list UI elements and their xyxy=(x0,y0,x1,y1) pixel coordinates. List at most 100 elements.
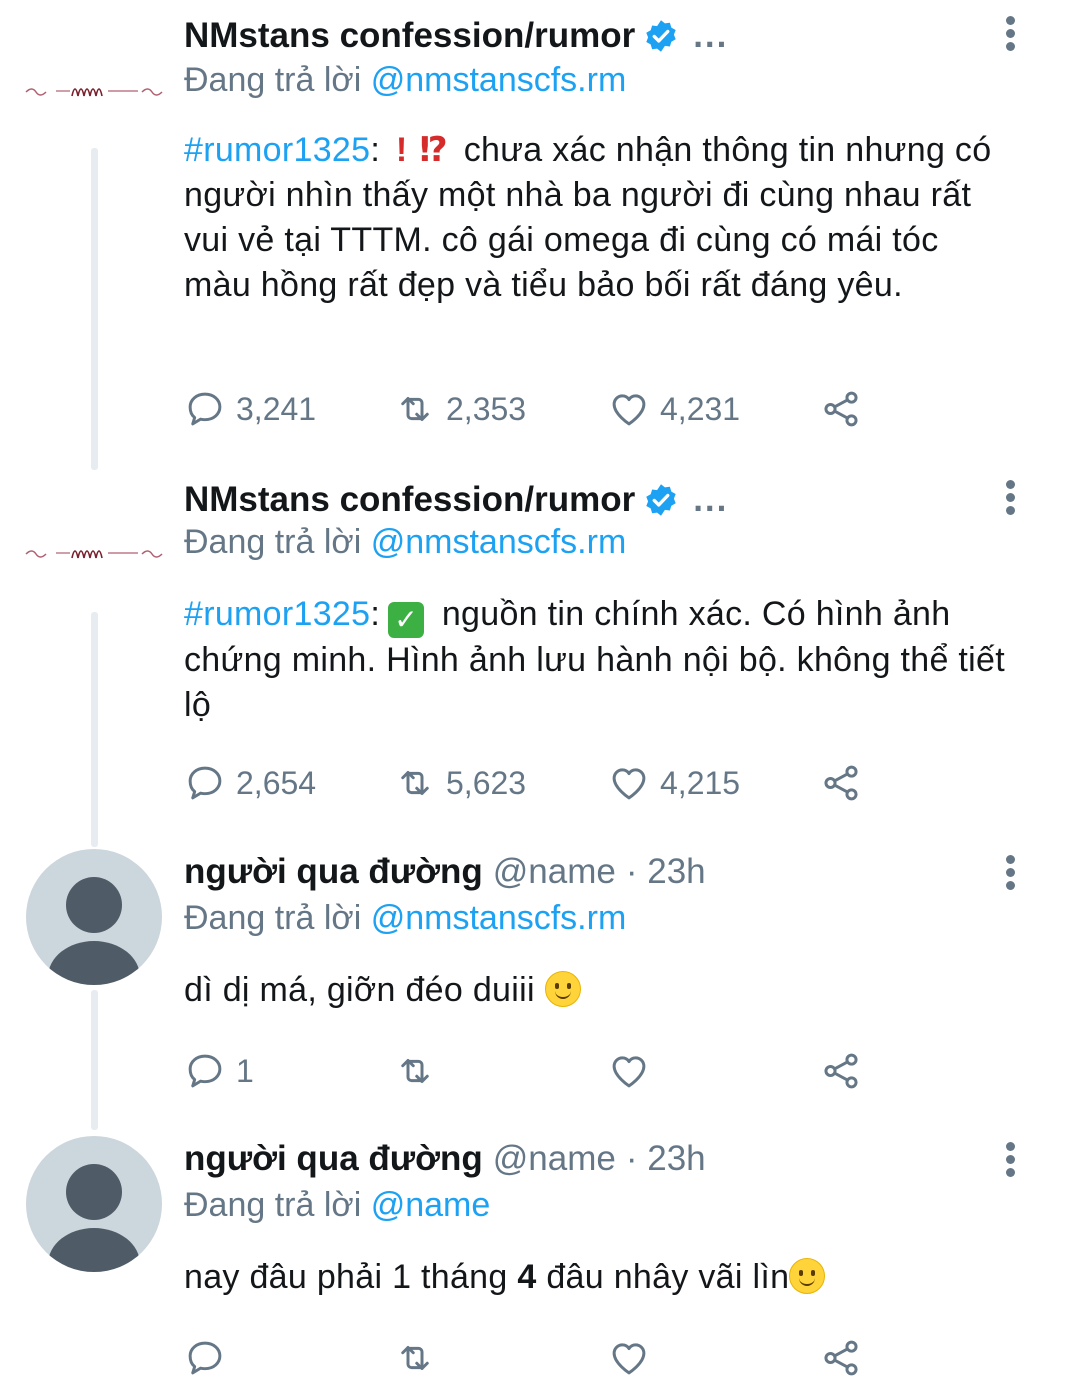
colon: : xyxy=(370,131,381,169)
replying-to-label: Đang trả lời xyxy=(184,1186,362,1224)
tweet-actions: 2,654 5,623 4,215 xyxy=(184,758,884,808)
tweet-actions: 1 xyxy=(184,1046,884,1096)
reply-count: 2,654 xyxy=(236,764,317,801)
more-vertical-icon[interactable] xyxy=(1000,480,1020,520)
reply-button[interactable]: 3,241 xyxy=(184,384,316,434)
display-name[interactable]: NMstans confession/rumor xyxy=(184,14,635,58)
replying-to-label: Đang trả lời xyxy=(184,899,362,937)
account-logo-avatar[interactable] xyxy=(22,76,172,106)
tweet-body-text: dì dị má, giỡn đéo duiii xyxy=(184,971,535,1009)
truncation-ellipsis: ... xyxy=(693,16,729,55)
avatar[interactable] xyxy=(26,1136,162,1272)
timestamp[interactable]: · 23h xyxy=(626,1137,706,1181)
retweet-button[interactable]: 2,353 xyxy=(394,384,526,434)
more-vertical-icon[interactable] xyxy=(1000,16,1020,56)
default-avatar-icon xyxy=(48,1164,140,1272)
account-logo-avatar[interactable] xyxy=(22,538,172,568)
thread-connector xyxy=(91,990,98,1130)
replying-to-mention[interactable]: @nmstanscfs.rm xyxy=(371,523,627,561)
tweet-header: NMstans confession/rumor ... xyxy=(184,478,728,522)
user-handle[interactable]: @name xyxy=(493,850,616,894)
replying-to-mention[interactable]: @name xyxy=(371,1186,491,1224)
tweet-text: nay đâu phải 1 tháng 4 đâu nhây vãi lìn xyxy=(184,1255,1014,1300)
share-icon xyxy=(824,1340,858,1376)
like-button[interactable]: 4,215 xyxy=(608,758,740,808)
reply-icon xyxy=(188,1054,222,1088)
like-count: 4,215 xyxy=(660,764,741,801)
replying-to-label: Đang trả lời xyxy=(184,61,362,99)
heart-icon xyxy=(612,1056,646,1088)
reply-button[interactable] xyxy=(184,1333,226,1383)
replying-to-mention[interactable]: @nmstanscfs.rm xyxy=(371,899,627,937)
tweet-header: người qua đường @name · 23h xyxy=(184,1137,706,1181)
reply-icon xyxy=(188,392,222,426)
retweet-button[interactable] xyxy=(394,1046,446,1096)
tweet-actions: 3,241 2,353 4,231 xyxy=(184,384,884,434)
like-button[interactable] xyxy=(608,1333,650,1383)
reply-count: 1 xyxy=(236,1052,254,1089)
share-button[interactable] xyxy=(820,384,862,434)
reply-icon xyxy=(188,766,222,800)
display-name[interactable]: NMstans confession/rumor xyxy=(184,478,635,522)
replying-to: Đang trả lời @name xyxy=(184,1183,490,1227)
share-button[interactable] xyxy=(820,1046,862,1096)
retweet-icon xyxy=(401,1346,429,1370)
reply-icon xyxy=(188,1341,222,1375)
thread-connector xyxy=(91,612,98,847)
verified-badge-icon xyxy=(646,484,676,516)
share-icon xyxy=(824,1053,858,1089)
more-vertical-icon[interactable] xyxy=(1000,1142,1020,1182)
tweet-text: #rumor1325: ! ⁉ chưa xác nhận thông tin n… xyxy=(184,128,1014,308)
like-count: 4,231 xyxy=(660,390,741,427)
retweet-icon xyxy=(401,1059,429,1083)
default-avatar-icon xyxy=(48,877,140,985)
tweet-text: dì dị má, giỡn đéo duiii xyxy=(184,968,1014,1013)
check-mark-emoji: ✓ xyxy=(388,602,425,638)
tweet-header: NMstans confession/rumor ... xyxy=(184,14,728,58)
share-icon xyxy=(824,765,858,801)
tweet-body-text: nay đâu phải 1 tháng xyxy=(184,1258,518,1296)
heart-icon xyxy=(612,394,646,426)
reply-button[interactable]: 1 xyxy=(184,1046,254,1096)
replying-to-label: Đang trả lời xyxy=(184,523,362,561)
retweet-count: 5,623 xyxy=(446,764,527,801)
retweet-button[interactable] xyxy=(394,1333,436,1383)
reply-count: 3,241 xyxy=(236,390,317,427)
replying-to-mention[interactable]: @nmstanscfs.rm xyxy=(371,61,627,99)
thread-connector xyxy=(91,148,98,470)
share-button[interactable] xyxy=(820,758,862,808)
heart-icon xyxy=(612,768,646,800)
avatar[interactable] xyxy=(26,849,162,985)
retweet-icon xyxy=(401,397,429,421)
tweet-body-text-end: đâu nhây vãi lìn xyxy=(536,1258,790,1296)
retweet-count: 2,353 xyxy=(446,390,527,427)
smiling-face-emoji xyxy=(789,1258,826,1294)
share-button[interactable] xyxy=(820,1333,862,1383)
hashtag-link[interactable]: #rumor1325 xyxy=(184,131,370,169)
share-icon xyxy=(824,391,858,427)
retweet-icon xyxy=(401,771,429,795)
hashtag-link[interactable]: #rumor1325 xyxy=(184,595,370,633)
user-handle[interactable]: @name xyxy=(493,1137,616,1181)
colon: : xyxy=(370,595,381,633)
reply-button[interactable]: 2,654 xyxy=(184,758,316,808)
tweet-text: #rumor1325: ✓ nguồn tin chính xác. Có hìn… xyxy=(184,592,1014,728)
like-button[interactable]: 4,231 xyxy=(608,384,740,434)
display-name[interactable]: người qua đường xyxy=(184,850,483,894)
tweet-body-bold-number: 4 xyxy=(517,1258,537,1296)
replying-to: Đang trả lời @nmstanscfs.rm xyxy=(184,896,626,940)
truncation-ellipsis: ... xyxy=(693,480,729,519)
timestamp[interactable]: · 23h xyxy=(626,850,706,894)
retweet-button[interactable]: 5,623 xyxy=(394,758,526,808)
tweet-header: người qua đường @name · 23h xyxy=(184,850,706,894)
exclamation-emoji: ! xyxy=(395,131,408,169)
tweet-actions xyxy=(184,1333,884,1383)
heart-icon xyxy=(612,1343,646,1375)
display-name[interactable]: người qua đường xyxy=(184,1137,483,1181)
verified-badge-icon xyxy=(646,20,676,52)
more-vertical-icon[interactable] xyxy=(1000,855,1020,895)
like-button[interactable] xyxy=(608,1046,660,1096)
replying-to: Đang trả lời @nmstanscfs.rm xyxy=(184,58,626,102)
interrobang-emoji: ⁉ xyxy=(419,131,448,169)
smiling-face-emoji xyxy=(544,971,581,1007)
